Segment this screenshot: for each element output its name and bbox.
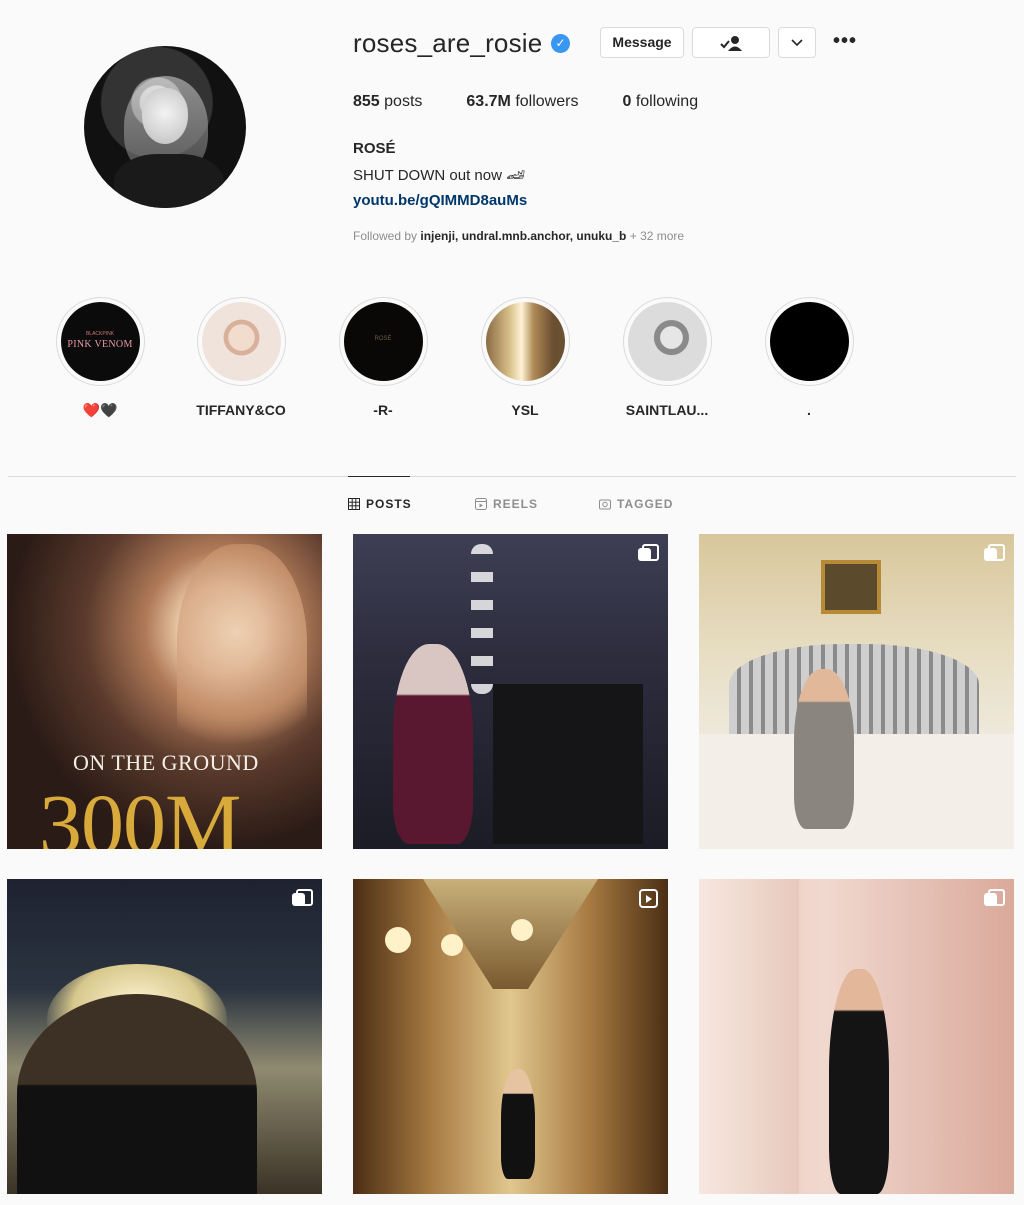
followed-by[interactable]: Followed by injenji, undral.mnb.anchor, … [353, 229, 684, 243]
highlight-image [485, 302, 565, 381]
highlight-cover[interactable] [480, 297, 570, 386]
tagged-icon [599, 499, 611, 510]
multi-icon [292, 889, 313, 907]
highlight-item[interactable]: YSL [480, 297, 570, 418]
highlight-image [201, 302, 281, 381]
post-mirror-lights [471, 544, 493, 694]
post-overlay-number: 300M [39, 776, 241, 849]
avatar-body [114, 154, 224, 208]
post-vanity [493, 684, 643, 844]
highlight-cover[interactable] [764, 297, 854, 386]
highlight-image [769, 302, 849, 381]
highlight-item[interactable]: BLACKPINK PINK VENOM ❤️🖤 [55, 297, 145, 419]
highlight-item[interactable]: TIFFANY&CO [196, 297, 286, 418]
bio-text: SHUT DOWN out now 🏎 [353, 167, 526, 184]
highlight-label: SAINTLAU... [625, 402, 709, 418]
post-thumbnail[interactable] [353, 534, 668, 849]
post-figure [393, 644, 473, 844]
highlight-cover[interactable] [196, 297, 286, 386]
avatar-face [142, 88, 188, 144]
username: roses_are_rosie [353, 28, 543, 58]
highlight-cover-title: ROSÉ [374, 336, 392, 342]
post-lamp [385, 927, 411, 953]
highlight-item[interactable]: ROSÉ -R- [338, 297, 428, 418]
suggested-accounts-button[interactable] [778, 27, 816, 58]
tab-reels[interactable]: REELS [475, 497, 538, 511]
post-overlay-text: ON THE GROUND [73, 750, 259, 775]
posts-count: 855 posts [353, 93, 423, 110]
highlight-cover[interactable]: ROSÉ [338, 297, 428, 386]
highlight-cover-title: PINK VENOM [67, 339, 133, 350]
active-tab-indicator [348, 476, 410, 477]
post-thumbnail[interactable] [699, 534, 1014, 849]
tab-posts[interactable]: POSTS [348, 497, 412, 511]
chevron-down-icon [791, 39, 803, 47]
multi-icon [984, 544, 1005, 562]
highlight-label: . [807, 402, 811, 418]
following-count[interactable]: 0 following [622, 93, 698, 111]
post-figure [501, 1069, 535, 1179]
post-thumbnail[interactable] [353, 879, 668, 1194]
more-options-icon[interactable]: ••• [833, 30, 857, 53]
tab-tagged[interactable]: TAGGED [599, 497, 673, 511]
profile-avatar[interactable] [84, 46, 246, 208]
post-figure [829, 969, 889, 1194]
post-bed [699, 734, 1014, 849]
tabs-divider [8, 476, 1016, 477]
highlight-item[interactable]: . [764, 297, 854, 418]
person-check-icon [720, 36, 742, 51]
tab-label: POSTS [366, 497, 412, 511]
highlight-label: YSL [511, 402, 539, 418]
profile-stats: 855 posts 63.7M followers 0 following [353, 93, 742, 111]
message-button[interactable]: Message [600, 27, 684, 58]
highlight-cover[interactable]: BLACKPINK PINK VENOM [55, 297, 145, 386]
post-figure [177, 544, 307, 764]
post-curtain [699, 879, 799, 1194]
full-name: ROSÉ [353, 140, 396, 157]
highlight-label: ❤️🖤 [82, 402, 118, 418]
verified-badge-icon: ✓ [551, 34, 570, 53]
multi-icon [984, 889, 1005, 907]
highlight-image: BLACKPINK PINK VENOM [60, 302, 140, 381]
highlight-cover[interactable] [622, 297, 712, 386]
followers-count[interactable]: 63.7M followers [466, 93, 578, 111]
tab-label: REELS [493, 497, 539, 511]
post-lamp [511, 919, 533, 941]
post-headboard [729, 644, 979, 734]
highlight-image: ROSÉ [343, 302, 423, 381]
post-figure [17, 994, 257, 1194]
highlight-label: TIFFANY&CO [196, 402, 286, 418]
following-button[interactable] [692, 27, 770, 58]
post-lamp [441, 934, 463, 956]
highlight-image [627, 302, 707, 381]
post-figure [794, 669, 854, 829]
reels-icon [475, 498, 487, 510]
post-thumbnail[interactable] [7, 879, 322, 1194]
grid-icon [348, 498, 360, 510]
reel-icon [639, 889, 658, 908]
highlight-item[interactable]: SAINTLAU... [622, 297, 712, 418]
multi-icon [638, 544, 659, 562]
highlight-cover-subtitle: BLACKPINK [85, 331, 115, 337]
tab-label: TAGGED [617, 497, 674, 511]
post-thumbnail[interactable] [699, 879, 1014, 1194]
highlight-label: -R- [373, 402, 393, 418]
bio-link[interactable]: youtu.be/gQIMMD8auMs [353, 192, 527, 209]
post-thumbnail[interactable]: ON THE GROUND 300M [7, 534, 322, 849]
post-painting [821, 560, 881, 614]
